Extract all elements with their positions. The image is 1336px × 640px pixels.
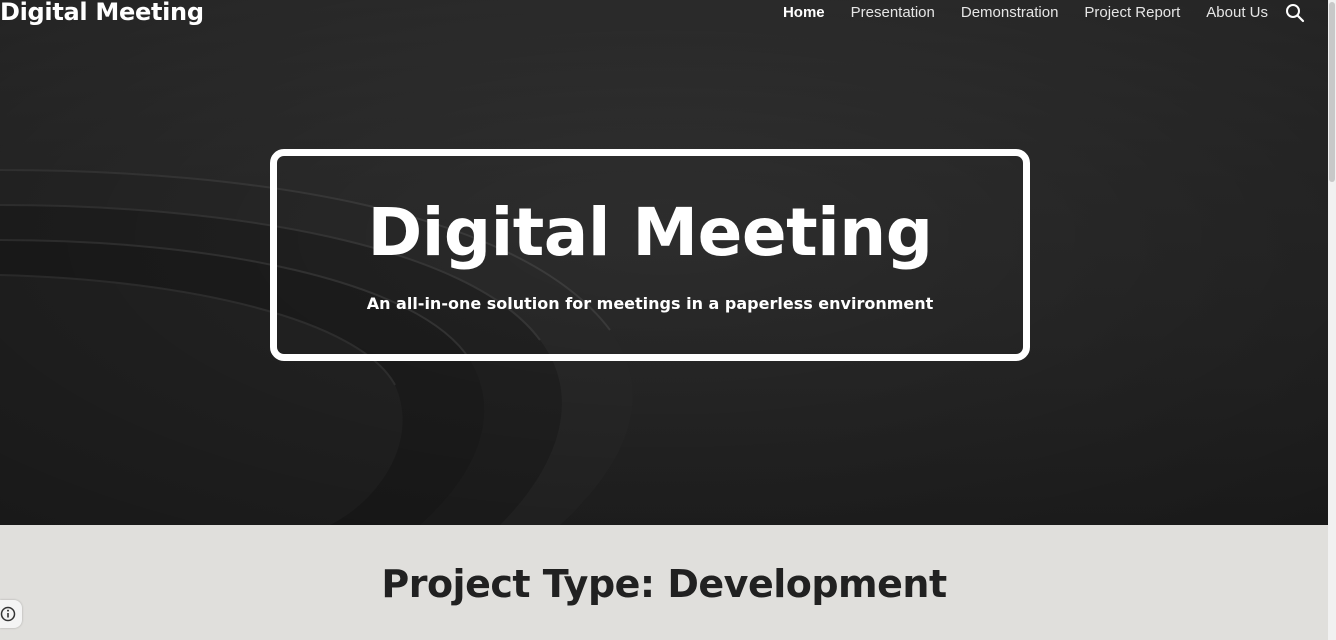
hero-banner: Digital Meeting Home Presentation Demons… — [0, 0, 1328, 525]
page: Digital Meeting Home Presentation Demons… — [0, 0, 1336, 640]
nav-item-project-report[interactable]: Project Report — [1084, 4, 1180, 21]
info-icon — [0, 606, 16, 622]
nav-item-demonstration[interactable]: Demonstration — [961, 4, 1059, 21]
hero-title-box: Digital Meeting An all-in-one solution f… — [270, 149, 1030, 361]
hero-subtitle: An all-in-one solution for meetings in a… — [366, 294, 934, 313]
info-button[interactable] — [0, 600, 22, 628]
search-icon[interactable] — [1284, 2, 1306, 24]
nav-item-home[interactable]: Home — [783, 4, 825, 21]
scrollbar[interactable] — [1328, 0, 1336, 640]
nav-item-about-us[interactable]: About Us — [1206, 4, 1268, 21]
hero-title: Digital Meeting — [367, 194, 933, 271]
nav-item-presentation[interactable]: Presentation — [851, 4, 935, 21]
scrollbar-thumb[interactable] — [1329, 2, 1335, 182]
content-section: Project Type: Development — [0, 525, 1328, 640]
site-title[interactable]: Digital Meeting — [0, 0, 204, 26]
main-nav: Home Presentation Demonstration Project … — [783, 4, 1268, 21]
section-heading: Project Type: Development — [381, 562, 947, 606]
